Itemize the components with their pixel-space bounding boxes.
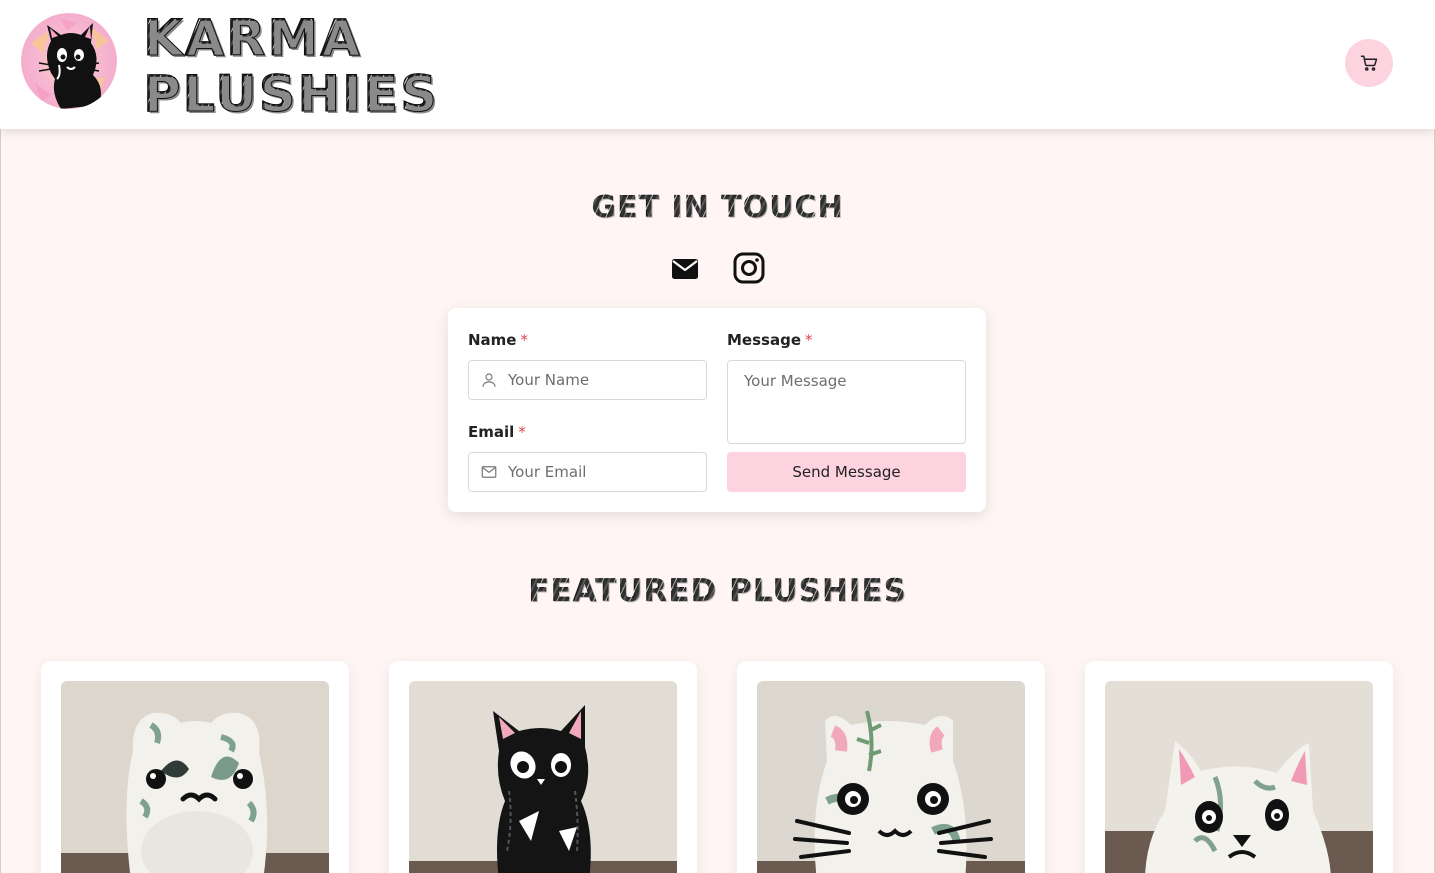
contact-form: Name * Your Name Email * Your Email Messag… <box>448 308 986 512</box>
mail-icon[interactable] <box>668 252 702 286</box>
name-label-text: Name <box>468 331 517 349</box>
email-label-text: Email <box>468 423 515 441</box>
product-card[interactable] <box>1085 661 1393 873</box>
message-label-text: Message <box>727 331 801 349</box>
black-cat-plush-with-pink-ears <box>409 681 677 873</box>
email-placeholder: Your Email <box>508 463 587 481</box>
product-card[interactable] <box>389 661 697 873</box>
name-placeholder: Your Name <box>508 371 590 389</box>
brand-line-2: PLUSHIES <box>143 65 439 123</box>
white-floral-cat-plush-with-pink-ears <box>1105 681 1373 873</box>
email-label: Email * <box>468 423 526 441</box>
product-card[interactable] <box>41 661 349 873</box>
white-floral-cat-plush-with-whiskers <box>757 681 1025 873</box>
instagram-icon[interactable] <box>732 251 766 285</box>
black-cat-logo-icon[interactable] <box>21 13 117 109</box>
product-card[interactable] <box>737 661 1045 873</box>
brand-line-1: KARMA <box>143 9 362 67</box>
user-icon <box>482 373 496 387</box>
name-field[interactable]: Your Name <box>468 360 707 400</box>
white-floral-bear-plush <box>61 681 329 873</box>
message-placeholder: Your Message <box>744 372 847 390</box>
name-label: Name * <box>468 331 528 349</box>
required-mark: * <box>520 331 528 349</box>
cart-button[interactable] <box>1345 39 1393 87</box>
social-links <box>0 251 1435 287</box>
required-mark: * <box>805 331 813 349</box>
required-mark: * <box>518 423 526 441</box>
message-label: Message * <box>727 331 813 349</box>
site-header: KARMA PLUSHIES <box>0 0 1435 129</box>
message-field[interactable]: Your Message <box>727 360 966 444</box>
envelope-icon <box>481 466 497 478</box>
section-title-contact: GET IN TOUCH <box>0 190 1435 225</box>
section-title-featured: FEATURED PLUSHIES <box>0 573 1435 609</box>
shopping-cart-icon <box>1360 55 1378 71</box>
brand-name[interactable]: KARMA PLUSHIES <box>143 9 439 123</box>
email-field[interactable]: Your Email <box>468 452 707 492</box>
send-message-button[interactable]: Send Message <box>727 452 966 492</box>
